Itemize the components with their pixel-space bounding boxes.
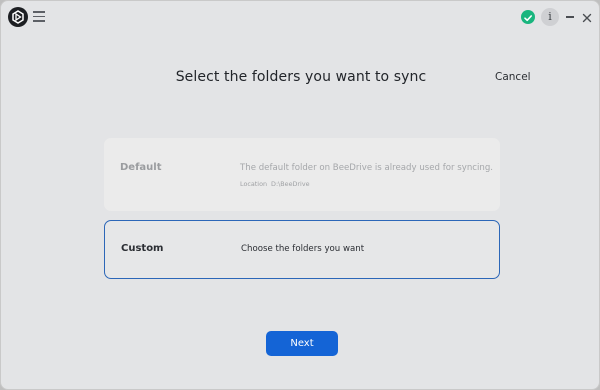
option-description: The default folder on BeeDrive is alread… [240,163,494,173]
location-label: Location [240,180,268,188]
hamburger-menu-icon[interactable] [33,11,45,23]
option-custom[interactable]: Custom Choose the folders you want [104,220,500,279]
option-name: Default [120,162,162,173]
info-icon[interactable]: i [541,8,559,26]
app-logo-icon [8,7,28,27]
next-button[interactable]: Next [266,331,338,356]
close-icon[interactable] [580,10,594,24]
minimize-icon [566,16,574,18]
location-value: D:\BeeDrive [271,180,310,188]
option-name: Custom [121,243,164,254]
option-location: Location D:\BeeDrive [240,180,310,188]
sync-ok-check-icon[interactable] [521,10,535,24]
option-description: Choose the folders you want [241,244,365,254]
cancel-button[interactable]: Cancel [495,71,531,83]
option-default[interactable]: Default The default folder on BeeDrive i… [104,138,500,211]
app-window: i Select the folders you want to sync Ca… [0,0,600,390]
title-bar: i [1,1,599,33]
minimize-button[interactable] [563,9,577,25]
